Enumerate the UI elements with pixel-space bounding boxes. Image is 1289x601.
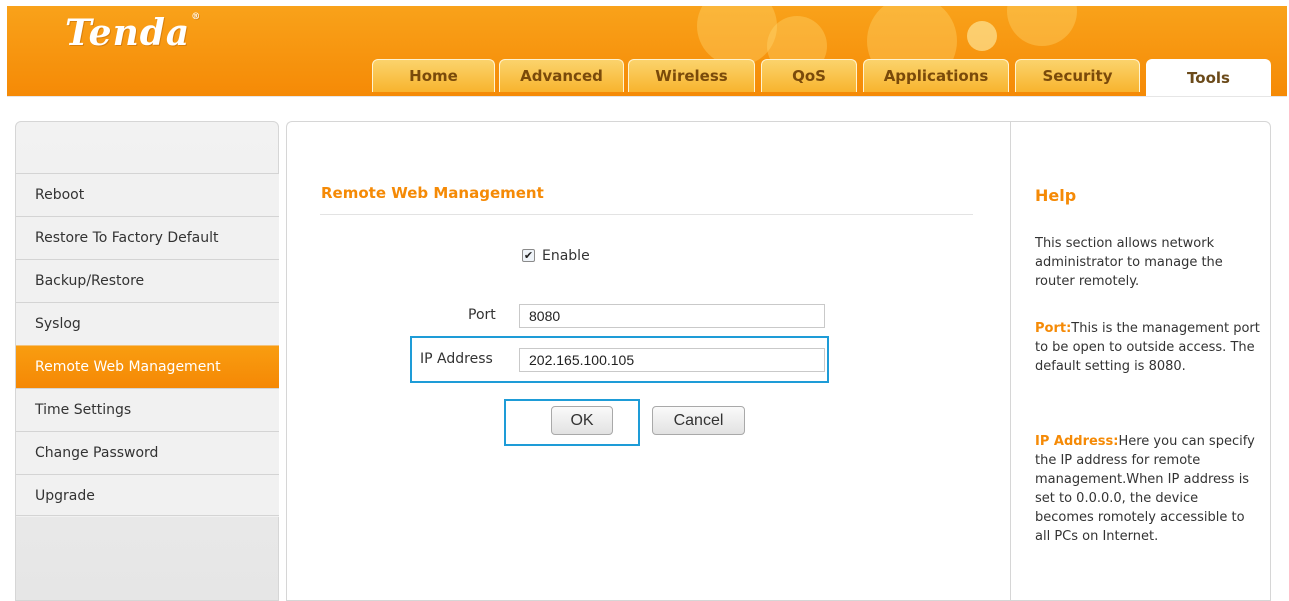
- sidebar-item-time-settings[interactable]: Time Settings: [16, 388, 279, 431]
- header-divider: [7, 96, 1287, 97]
- tab-applications[interactable]: Applications: [863, 59, 1009, 92]
- help-title: Help: [1035, 186, 1077, 205]
- help-ip-address: IP Address:Here you can specify the IP a…: [1035, 432, 1260, 546]
- sidebar-item-syslog[interactable]: Syslog: [16, 302, 279, 345]
- title-divider: [320, 214, 973, 215]
- sidebar-divider: [16, 515, 279, 516]
- tab-home[interactable]: Home: [372, 59, 495, 92]
- cancel-button[interactable]: Cancel: [652, 406, 745, 435]
- sidebar-item-remote-web-management[interactable]: Remote Web Management: [16, 345, 279, 388]
- sidebar-item-backup-restore[interactable]: Backup/Restore: [16, 259, 279, 302]
- port-input[interactable]: [519, 304, 825, 328]
- tab-advanced[interactable]: Advanced: [499, 59, 624, 92]
- ip-address-input[interactable]: [519, 348, 825, 372]
- tab-wireless[interactable]: Wireless: [628, 59, 755, 92]
- tenda-logo: Tenda®: [65, 12, 202, 54]
- ok-button[interactable]: OK: [551, 406, 613, 435]
- help-intro: This section allows network administrato…: [1035, 236, 1223, 289]
- help-port-key: Port:: [1035, 321, 1072, 336]
- sidebar-item-upgrade[interactable]: Upgrade: [16, 474, 279, 517]
- help-port: Port:This is the management port to be o…: [1035, 319, 1260, 376]
- sidebar-item-change-password[interactable]: Change Password: [16, 431, 279, 474]
- checkmark-icon: ✔: [523, 249, 534, 262]
- tab-tools[interactable]: Tools: [1146, 59, 1271, 96]
- tab-qos[interactable]: QoS: [761, 59, 857, 92]
- ip-address-label: IP Address: [420, 351, 493, 367]
- sidebar-item-reboot[interactable]: Reboot: [16, 173, 279, 216]
- page-title: Remote Web Management: [321, 184, 544, 202]
- enable-label: Enable: [542, 248, 590, 264]
- sidebar-item-restore-factory-default[interactable]: Restore To Factory Default: [16, 216, 279, 259]
- enable-checkbox[interactable]: ✔: [522, 249, 535, 262]
- port-label: Port: [468, 307, 496, 323]
- tab-security[interactable]: Security: [1015, 59, 1140, 92]
- help-ip-text: Here you can specify the IP address for …: [1035, 434, 1255, 544]
- help-ip-key: IP Address:: [1035, 434, 1119, 449]
